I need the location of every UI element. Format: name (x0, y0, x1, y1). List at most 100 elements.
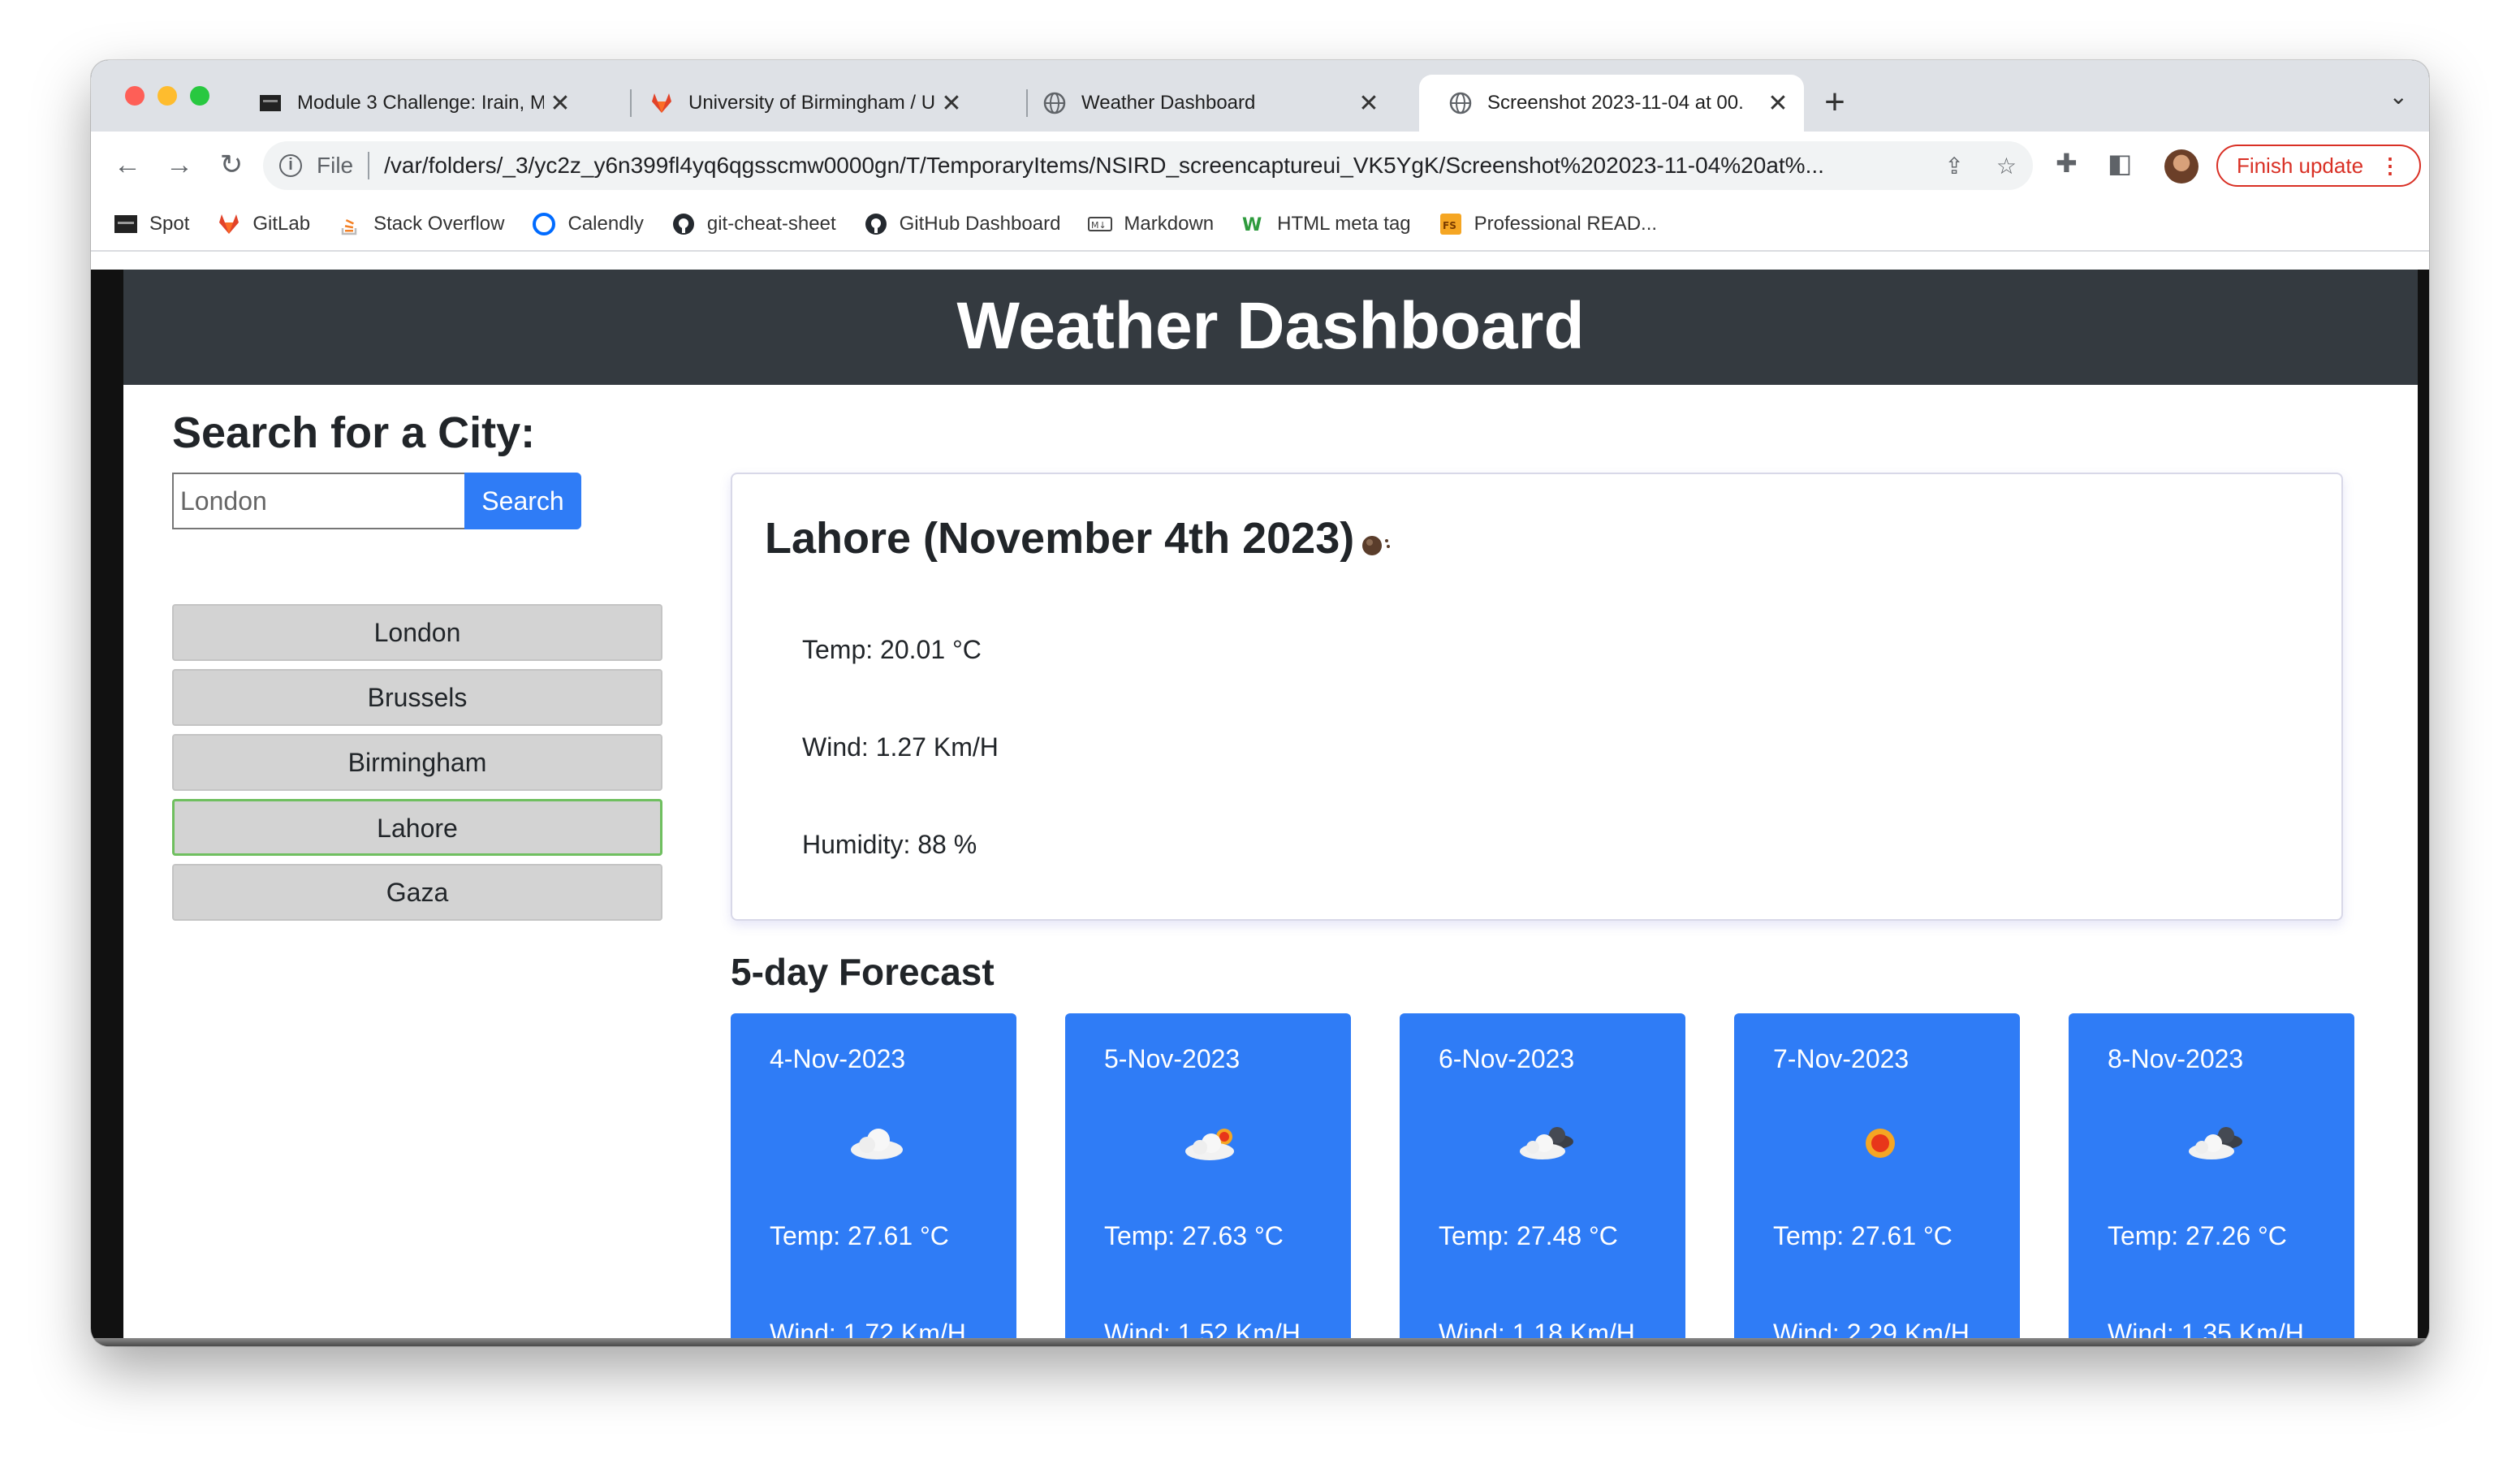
bookmark-spot[interactable]: Spot (114, 212, 189, 236)
finish-update-label: Finish update (2236, 153, 2364, 178)
side-panel-icon[interactable]: ◧ (2108, 148, 2132, 179)
tab-close-icon[interactable]: ✕ (544, 89, 576, 118)
fs-icon: FS (1439, 212, 1463, 236)
forecast-temp: Temp: 27.48 °C (1439, 1221, 1618, 1250)
current-temp: Temp: 20.01 °C (802, 635, 982, 664)
close-window-button[interactable] (125, 86, 145, 106)
tab-title: Weather Dashboard (1081, 92, 1256, 114)
github-icon (864, 212, 888, 236)
bookmark-github-dashboard[interactable]: GitHub Dashboard (864, 212, 1061, 236)
globe-icon (1448, 91, 1473, 115)
svg-text:M↓: M↓ (1091, 220, 1107, 231)
page-title: Weather Dashboard (123, 270, 2418, 385)
bookmark-label: Markdown (1124, 213, 1215, 235)
tab-search-chevron-icon[interactable]: ⌄ (2389, 83, 2408, 110)
history-button-lahore[interactable]: Lahore (172, 799, 662, 856)
tab-title: University of Birmingham / UB (688, 92, 935, 114)
back-arrow-icon[interactable]: ← (109, 146, 146, 184)
bookmark-label: GitLab (252, 213, 311, 235)
github-icon (671, 212, 696, 236)
tab-strip: Module 3 Challenge: Irain, Me ✕ Universi… (91, 60, 2429, 132)
sun-icon (1866, 1129, 1895, 1158)
forecast-temp: Temp: 27.63 °C (1104, 1221, 1284, 1250)
tab-close-icon[interactable]: ✕ (935, 89, 968, 118)
forecast-card: 5-Nov-2023 Temp: 27.63 °C Wind: 1.52 Km/… (1065, 1013, 1351, 1346)
tab-weather-dashboard[interactable]: Weather Dashboard ✕ (1013, 75, 1395, 132)
tab-screenshot[interactable]: Screenshot 2023-11-04 at 00. ✕ (1419, 75, 1804, 132)
info-icon[interactable]: i (279, 154, 302, 177)
more-menu-icon: ⋮ (2380, 153, 2401, 178)
bookmark-label: HTML meta tag (1277, 213, 1411, 235)
weather-app: Weather Dashboard Search for a City: Sea… (123, 270, 2418, 1346)
tab-close-icon[interactable]: ✕ (1353, 89, 1385, 118)
bookmark-gitlab[interactable]: GitLab (217, 212, 310, 236)
maximize-window-button[interactable] (190, 86, 209, 106)
bookmark-label: git-cheat-sheet (706, 213, 836, 235)
address-separator (368, 152, 370, 179)
history-button-london[interactable]: London (172, 604, 662, 661)
bookmark-label: Stack Overflow (373, 213, 505, 235)
forecast-card: 6-Nov-2023 Temp: 27.48 °C Wind: 1.18 Km/… (1400, 1013, 1685, 1346)
bookmark-calendly[interactable]: Calendly (532, 212, 644, 236)
search-heading: Search for a City: (172, 408, 536, 457)
bookmark-git-cheat-sheet[interactable]: git-cheat-sheet (671, 212, 836, 236)
current-wind: Wind: 1.27 Km/H (802, 732, 999, 762)
haze-icon (1362, 536, 1390, 555)
bookmark-label: GitHub Dashboard (899, 213, 1061, 235)
tab-title: Module 3 Challenge: Irain, Me (297, 92, 544, 114)
bookmark-star-icon[interactable]: ☆ (1996, 153, 2017, 179)
profile-avatar[interactable] (2164, 149, 2199, 184)
finish-update-button[interactable]: Finish update ⋮ (2216, 145, 2421, 187)
forward-arrow-icon[interactable]: → (161, 146, 198, 184)
cloud-icon (851, 1129, 903, 1159)
bookmark-label: Professional READ... (1474, 213, 1658, 235)
address-scheme: File (317, 153, 354, 178)
minimize-window-button[interactable] (158, 86, 177, 106)
forecast-date: 5-Nov-2023 (1104, 1044, 1241, 1073)
bookmark-professional-readme[interactable]: FS Professional READ... (1439, 212, 1657, 236)
address-url[interactable]: /var/folders/_3/yc2z_y6n399fl4yq6qgsscmw… (384, 153, 1928, 179)
svg-text:FS: FS (1443, 220, 1456, 231)
spot-icon (114, 212, 138, 236)
forecast-card: 7-Nov-2023 Temp: 27.61 °C Wind: 2.29 Km/… (1734, 1013, 2020, 1346)
forecast-date: 6-Nov-2023 (1439, 1044, 1575, 1073)
city-search-input[interactable] (172, 473, 468, 529)
bookmark-stack-overflow[interactable]: Stack Overflow (338, 212, 504, 236)
extensions-puzzle-icon[interactable]: ✚ (2056, 148, 2078, 179)
history-button-birmingham[interactable]: Birmingham (172, 734, 662, 791)
forecast-date: 8-Nov-2023 (2108, 1044, 2244, 1073)
viewer-top-edge (91, 252, 2429, 270)
calendly-icon (532, 212, 556, 236)
current-humidity: Humidity: 88 % (802, 830, 977, 859)
bookmark-html-meta-tag[interactable]: W HTML meta tag (1241, 212, 1411, 236)
forecast-date: 7-Nov-2023 (1773, 1044, 1909, 1073)
current-weather-card: Lahore (November 4th 2023) Temp: 20.01 °… (731, 473, 2343, 921)
history-button-brussels[interactable]: Brussels (172, 669, 662, 726)
markdown-icon: M↓ (1088, 212, 1113, 236)
w-icon: W (1241, 212, 1266, 236)
broken-clouds-icon (1520, 1127, 1573, 1159)
history-button-gaza[interactable]: Gaza (172, 864, 662, 921)
bookmarks-bar: Spot GitLab Stack Overflow Calendly git-… (91, 198, 2429, 252)
gitlab-favicon-icon (649, 91, 674, 115)
gitlab-icon (217, 212, 241, 236)
cloud-sun-icon (1185, 1129, 1234, 1160)
forecast-temp: Temp: 27.26 °C (2108, 1221, 2287, 1250)
search-button[interactable]: Search (464, 473, 581, 529)
forecast-heading: 5-day Forecast (731, 951, 995, 993)
dock-edge (91, 1338, 2429, 1346)
forecast-card: 4-Nov-2023 Temp: 27.61 °C Wind: 1.72 Km/… (731, 1013, 1016, 1346)
tab-close-icon[interactable]: ✕ (1762, 89, 1794, 118)
bookmark-markdown[interactable]: M↓ Markdown (1088, 212, 1214, 236)
tab-university[interactable]: University of Birmingham / UB ✕ (620, 75, 977, 132)
browser-toolbar: ← → ↻ i File /var/folders/_3/yc2z_y6n399… (91, 132, 2429, 198)
new-tab-button[interactable]: + (1812, 80, 1858, 125)
address-bar[interactable]: i File /var/folders/_3/yc2z_y6n399fl4yq6… (263, 141, 2033, 190)
forecast-temp: Temp: 27.61 °C (1773, 1221, 1953, 1250)
module-favicon-icon (258, 91, 283, 115)
share-icon[interactable]: ⇪ (1944, 153, 1963, 179)
tab-module-3[interactable]: Module 3 Challenge: Irain, Me ✕ (229, 75, 586, 132)
current-city-heading: Lahore (November 4th 2023) (765, 514, 1355, 563)
reload-icon[interactable]: ↻ (213, 146, 250, 184)
browser-window: Module 3 Challenge: Irain, Me ✕ Universi… (91, 60, 2429, 1346)
